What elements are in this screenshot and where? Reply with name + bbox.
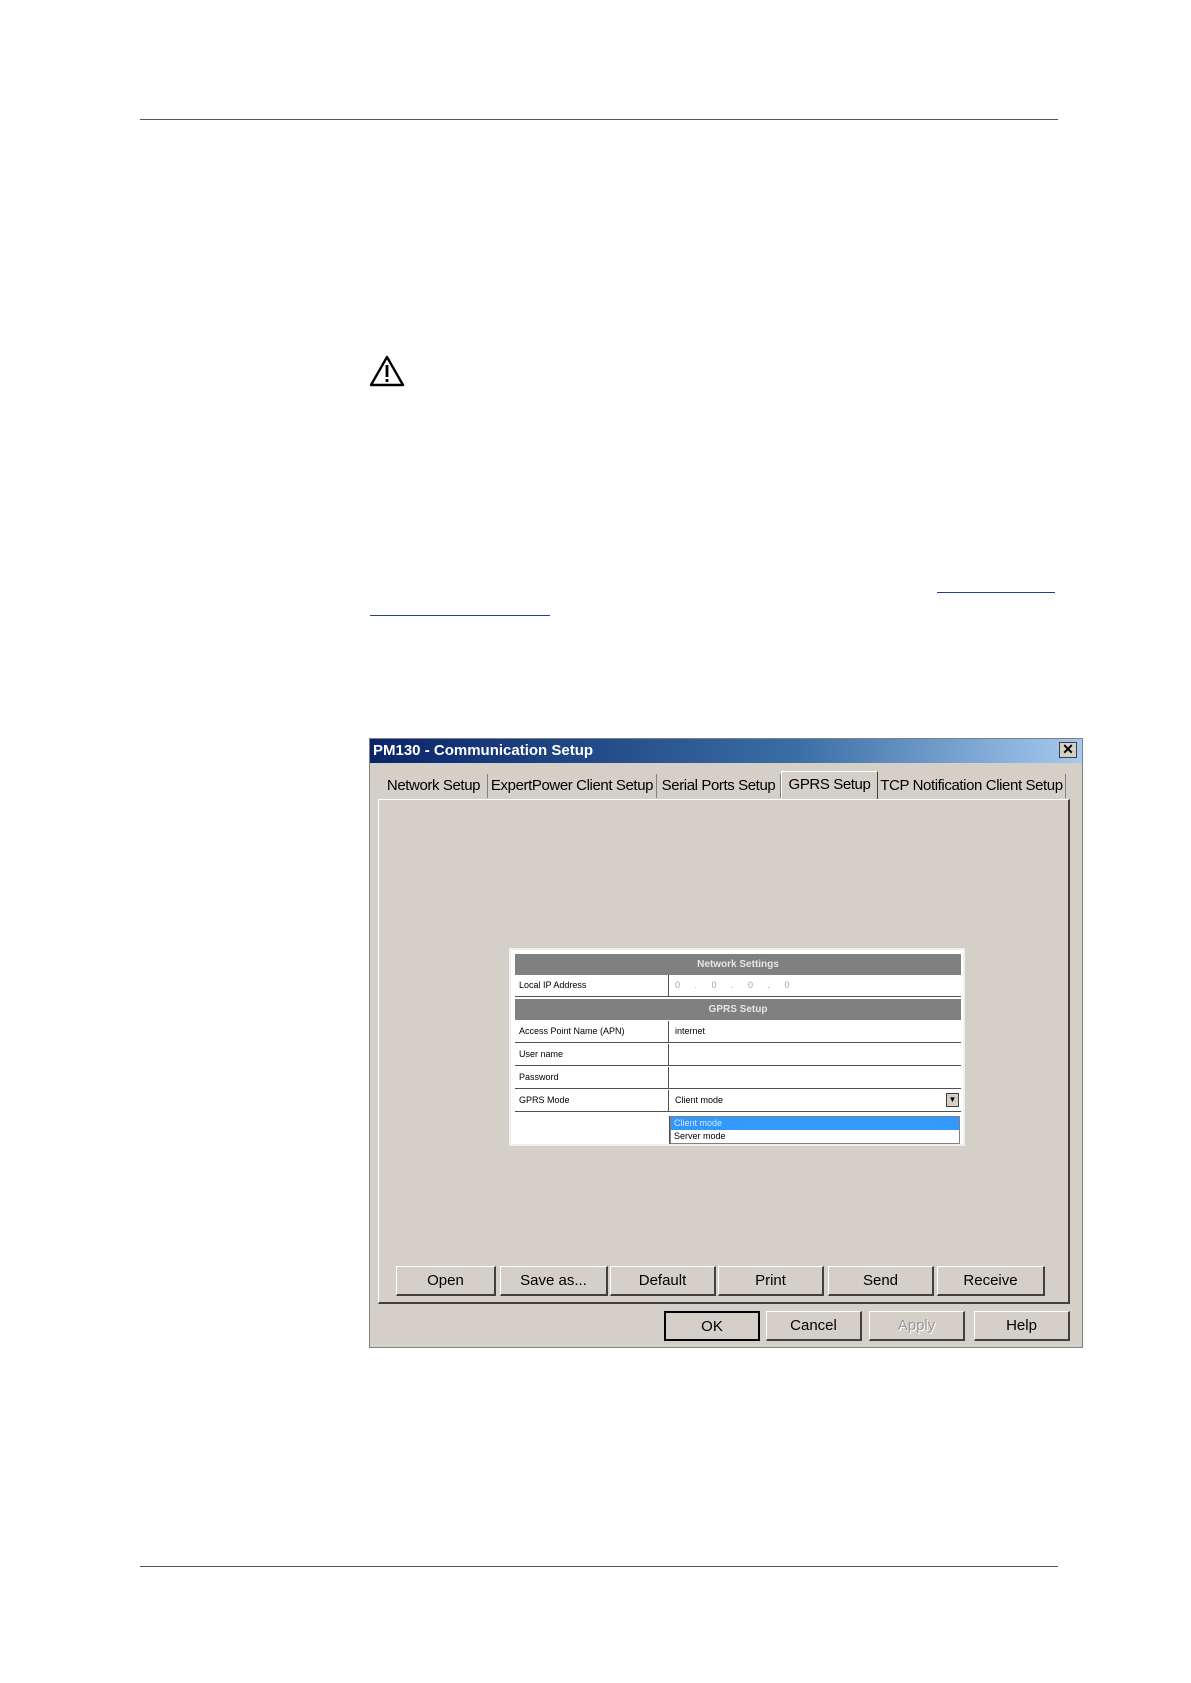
- gprs-setup-panel: Network Settings Local IP Address 0 . 0 …: [378, 799, 1070, 1304]
- save-as-button[interactable]: Save as...: [500, 1266, 608, 1296]
- local-ip-field[interactable]: 0 . 0 . 0 . 0: [671, 975, 961, 996]
- password-row: Password: [515, 1067, 961, 1089]
- gprs-mode-select[interactable]: Client mode ▼: [671, 1090, 961, 1111]
- tab-serial-ports-setup[interactable]: Serial Ports Setup: [657, 774, 781, 798]
- user-name-row: User name: [515, 1044, 961, 1066]
- hyperlink-underline[interactable]: [370, 615, 550, 616]
- tab-network-setup[interactable]: Network Setup: [380, 774, 488, 798]
- password-field[interactable]: [671, 1067, 961, 1088]
- gprs-mode-label: GPRS Mode: [515, 1090, 669, 1111]
- tab-tcp-notification-client-setup[interactable]: TCP Notification Client Setup: [878, 774, 1066, 798]
- default-button[interactable]: Default: [610, 1266, 716, 1296]
- close-icon[interactable]: ✕: [1059, 742, 1077, 758]
- option-client-mode[interactable]: Client mode: [671, 1117, 959, 1130]
- ok-button[interactable]: OK: [664, 1311, 760, 1341]
- settings-grid: Network Settings Local IP Address 0 . 0 …: [509, 948, 965, 1146]
- apn-field[interactable]: internet: [671, 1021, 961, 1042]
- local-ip-label: Local IP Address: [515, 975, 669, 996]
- header-rule: [140, 119, 1058, 120]
- help-button[interactable]: Help: [974, 1311, 1070, 1341]
- receive-button[interactable]: Receive: [937, 1266, 1045, 1296]
- warning-icon: [369, 355, 405, 387]
- tab-gprs-setup[interactable]: GPRS Setup: [781, 771, 878, 799]
- tab-expertpower-client-setup[interactable]: ExpertPower Client Setup: [488, 774, 657, 798]
- chevron-down-icon[interactable]: ▼: [946, 1093, 959, 1107]
- dialog-title-bar: PM130 - Communication Setup ✕: [370, 739, 1082, 763]
- user-name-label: User name: [515, 1044, 669, 1065]
- password-label: Password: [515, 1067, 669, 1088]
- user-name-field[interactable]: [671, 1044, 961, 1065]
- open-button[interactable]: Open: [396, 1266, 496, 1296]
- gprs-mode-dropdown-list: Client mode Server mode: [670, 1116, 960, 1144]
- apn-label: Access Point Name (APN): [515, 1021, 669, 1042]
- apn-row: Access Point Name (APN) internet: [515, 1021, 961, 1043]
- local-ip-row: Local IP Address 0 . 0 . 0 . 0: [515, 975, 961, 997]
- network-settings-header: Network Settings: [515, 954, 961, 975]
- print-button[interactable]: Print: [718, 1266, 824, 1296]
- hyperlink-underline[interactable]: [937, 592, 1055, 593]
- cancel-button[interactable]: Cancel: [766, 1311, 862, 1341]
- gprs-setup-header: GPRS Setup: [515, 999, 961, 1020]
- option-server-mode[interactable]: Server mode: [671, 1130, 959, 1143]
- communication-setup-dialog: PM130 - Communication Setup ✕ Network Se…: [369, 738, 1083, 1348]
- gprs-mode-value: Client mode: [675, 1095, 724, 1105]
- apply-button[interactable]: Apply: [869, 1311, 965, 1341]
- footer-rule: [140, 1566, 1058, 1567]
- gprs-mode-row: GPRS Mode Client mode ▼: [515, 1090, 961, 1112]
- send-button[interactable]: Send: [828, 1266, 934, 1296]
- dialog-title: PM130 - Communication Setup: [373, 742, 594, 759]
